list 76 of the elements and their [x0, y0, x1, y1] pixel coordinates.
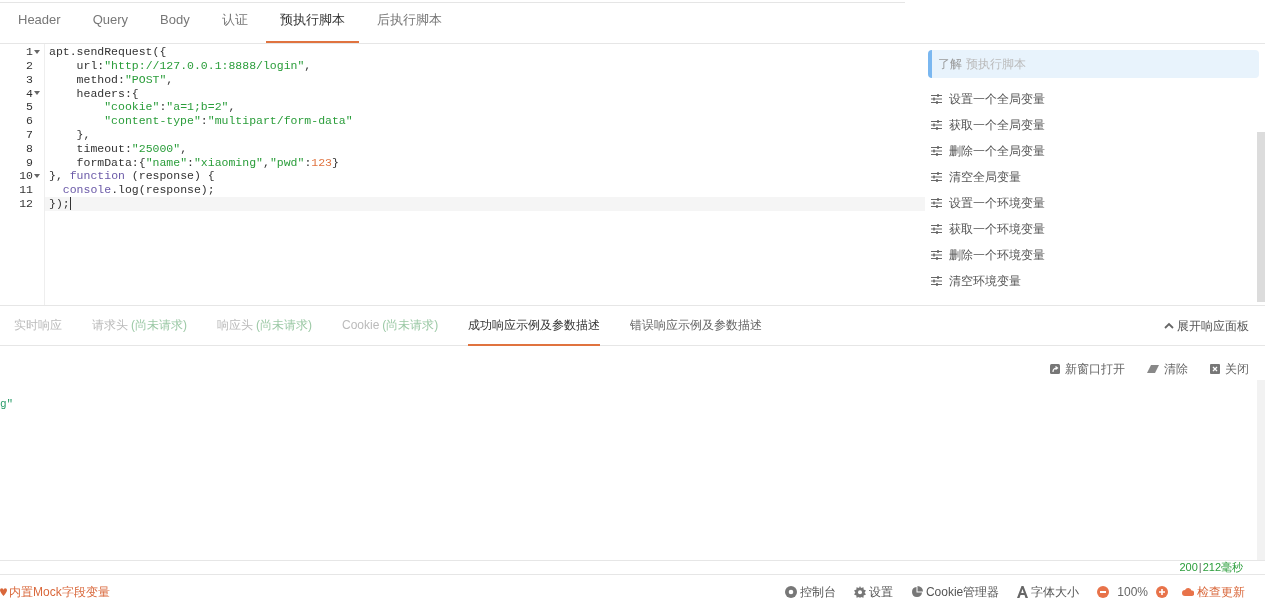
snippet-link[interactable]: 清空全局变量	[949, 168, 1021, 186]
zoom-out-button[interactable]	[1097, 585, 1110, 598]
code-line: "cookie":"a=1;b=2",	[103, 99, 236, 116]
zoom-level: 100%	[1117, 583, 1148, 601]
snippet-link[interactable]: 设置一个环境变量	[949, 194, 1045, 212]
line-number: 6	[26, 113, 33, 130]
pie-chart-icon	[910, 585, 923, 598]
sliders-icon	[931, 120, 942, 130]
share-icon	[1050, 364, 1060, 374]
snippet-link[interactable]: 清空环境变量	[949, 272, 1021, 290]
response-text: g"	[0, 397, 14, 412]
sliders-icon	[931, 250, 942, 260]
status-code: 200	[1179, 561, 1198, 573]
fold-arrow-icon[interactable]	[34, 174, 40, 179]
sliders-icon	[931, 172, 942, 182]
line-number: 12	[19, 196, 33, 213]
sliders-icon	[931, 276, 942, 286]
heart-icon	[0, 587, 7, 596]
code-line: headers:{	[75, 85, 139, 102]
plus-icon	[1159, 588, 1165, 595]
line-number: 10	[19, 168, 33, 185]
tab[interactable]: 成功响应示例及参数描述	[468, 306, 601, 346]
settings-button[interactable]: 设置	[853, 582, 893, 601]
sliders-icon	[931, 224, 942, 234]
hint-label: 了解	[938, 56, 962, 73]
snippet-link[interactable]: 删除一个环境变量	[949, 246, 1045, 264]
clear-button[interactable]: 清除	[1147, 360, 1188, 378]
mock-variables-link[interactable]: 内置Mock字段变量	[0, 582, 110, 601]
sliders-icon	[931, 94, 942, 104]
sliders-icon	[931, 198, 942, 208]
line-number: 4	[26, 85, 33, 102]
code-line: console.log(response);	[61, 182, 215, 199]
separator: |	[1198, 561, 1202, 573]
line-number: 9	[26, 154, 33, 171]
minus-icon	[1100, 590, 1107, 593]
cloud-icon	[1182, 587, 1194, 596]
chrome-icon	[784, 585, 797, 598]
line-number: 5	[26, 99, 33, 116]
close-icon	[1210, 364, 1220, 374]
chevron-up-icon	[1164, 321, 1174, 330]
scrollbar[interactable]	[1257, 132, 1265, 302]
font-button[interactable]: 字体大小	[1017, 582, 1080, 601]
tab[interactable]: Header	[4, 0, 75, 43]
tab[interactable]: 错误响应示例及参数描述	[630, 306, 763, 346]
tab[interactable]: 后执行脚本	[362, 0, 456, 43]
sliders-icon	[931, 146, 942, 156]
expand-panel-button[interactable]: 展开响应面板	[1164, 306, 1265, 345]
snippet-link[interactable]: 删除一个全局变量	[949, 142, 1045, 160]
text-cursor	[69, 197, 71, 211]
console-button[interactable]: 控制台	[784, 582, 836, 601]
code-line: }, function (response) {	[49, 168, 215, 185]
tab[interactable]: Query	[78, 0, 143, 43]
close-button[interactable]: 关闭	[1210, 360, 1249, 378]
font-icon	[1017, 585, 1029, 598]
code-line: formData:{"name":"xiaoming","pwd":123}	[75, 154, 339, 171]
snippet-link[interactable]: 获取一个环境变量	[949, 220, 1045, 238]
tab[interactable]: Body	[146, 0, 204, 43]
zoom-in-button[interactable]	[1156, 585, 1168, 598]
check-update-link[interactable]: 检查更新	[1182, 582, 1245, 601]
code-line: });	[49, 196, 70, 213]
cookie-button[interactable]: Cookie管理器	[910, 582, 1000, 601]
scrollbar[interactable]	[1257, 380, 1265, 560]
fold-arrow-icon[interactable]	[34, 91, 40, 96]
code-line: "content-type":"multipart/form-data"	[103, 113, 353, 130]
tab[interactable]: 认证	[207, 0, 262, 43]
line-number: 1	[26, 44, 33, 61]
snippet-link[interactable]: 设置一个全局变量	[949, 90, 1045, 108]
code-line: apt.sendRequest({	[49, 44, 167, 61]
eraser-icon	[1147, 365, 1159, 373]
fold-arrow-icon[interactable]	[34, 49, 40, 54]
tab[interactable]: 预执行脚本	[265, 0, 359, 43]
line-number: 11	[19, 182, 33, 199]
open-button[interactable]: 新窗口打开	[1050, 360, 1125, 378]
settings-icon	[853, 585, 866, 598]
snippet-link[interactable]: 获取一个全局变量	[949, 116, 1045, 134]
response-time: 212毫秒	[1202, 561, 1243, 573]
